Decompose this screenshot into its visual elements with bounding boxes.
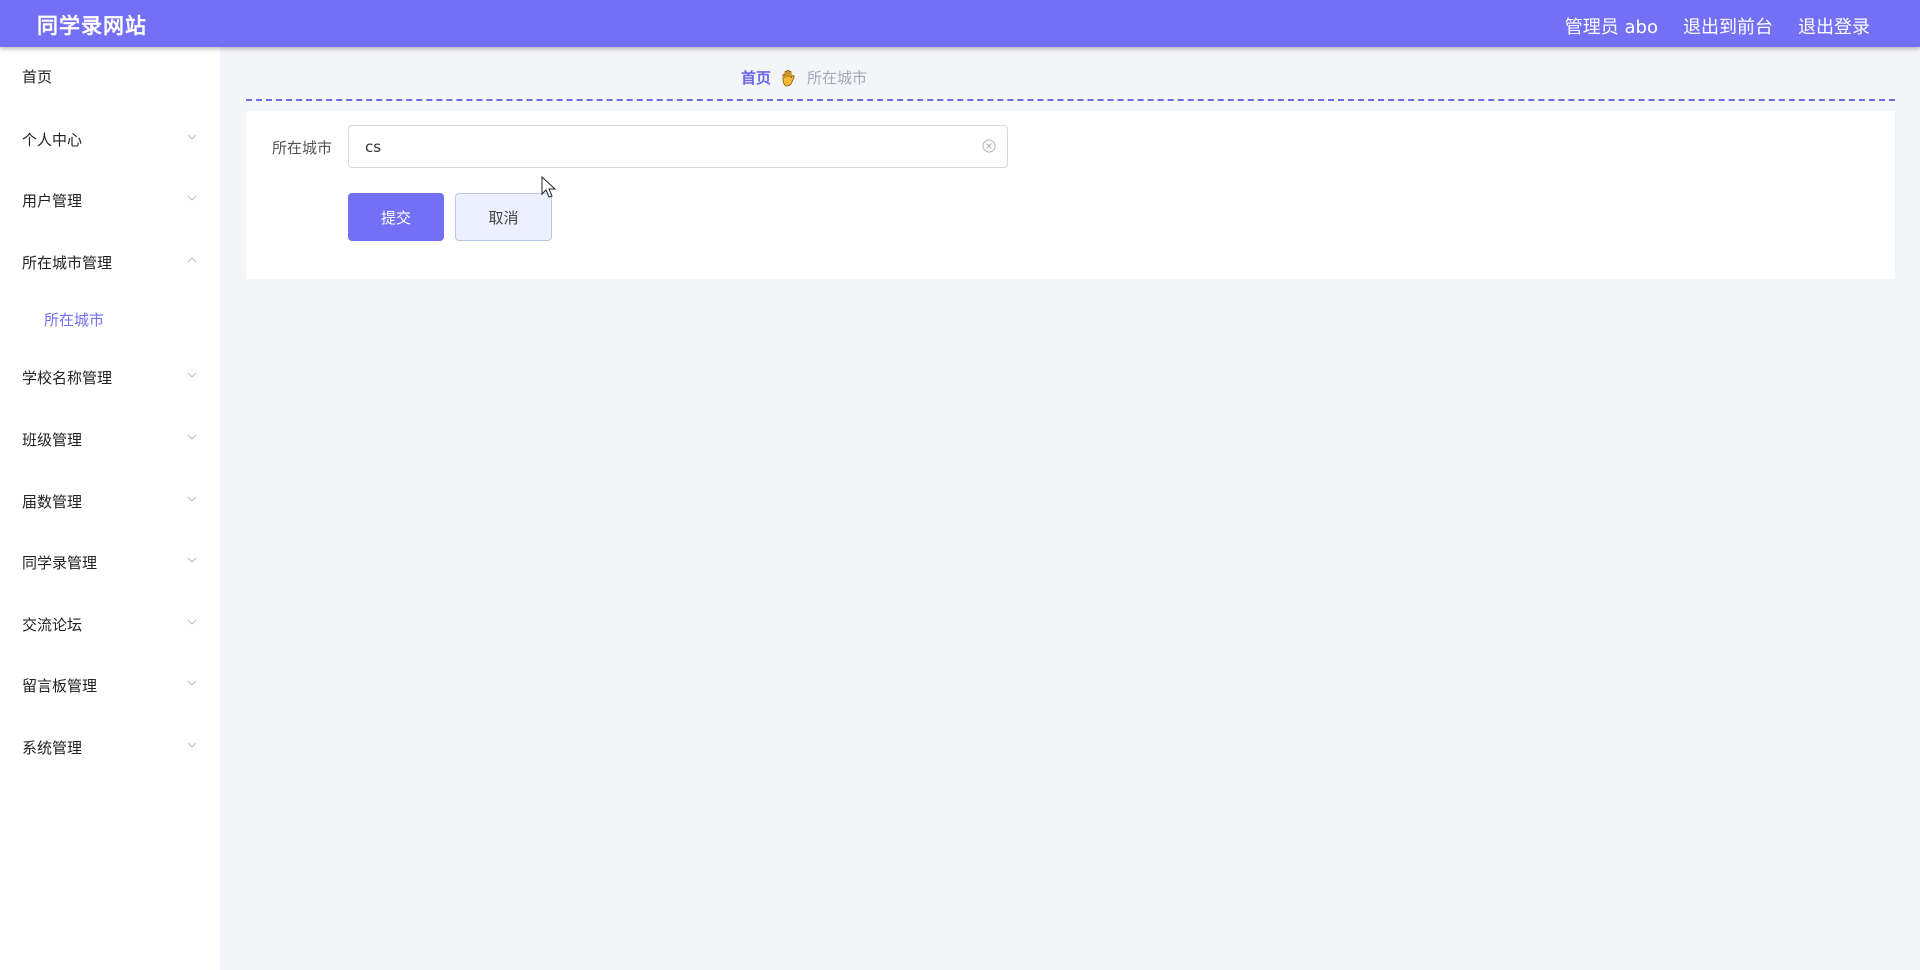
- top-header: 同学录网站 管理员 abo 退出到前台 退出登录: [0, 0, 1920, 47]
- header-actions: 管理员 abo 退出到前台 退出登录: [1565, 13, 1870, 39]
- mouse-cursor-icon: [541, 176, 557, 198]
- sidebar-item-personal-center[interactable]: 个人中心: [0, 119, 220, 159]
- sidebar-item-label: 届数管理: [22, 492, 83, 511]
- sidebar-subitem-city[interactable]: 所在城市: [0, 299, 220, 339]
- sidebar-item-label: 留言板管理: [22, 676, 98, 695]
- sidebar-item-label: 交流论坛: [22, 615, 83, 634]
- breadcrumb-home[interactable]: 首页: [741, 67, 771, 88]
- sidebar-item-class-management[interactable]: 班级管理: [0, 419, 220, 459]
- hand-icon: [782, 69, 795, 86]
- sidebar-item-system-management[interactable]: 系统管理: [0, 727, 220, 767]
- sidebar-item-label: 学校名称管理: [22, 368, 113, 387]
- chevron-down-icon: [187, 680, 197, 686]
- dashed-divider: [246, 99, 1895, 101]
- breadcrumb: 首页 所在城市: [741, 67, 867, 88]
- app-title: 同学录网站: [37, 14, 147, 38]
- chevron-down-icon: [187, 496, 197, 502]
- submit-button[interactable]: 提交: [348, 193, 444, 241]
- sidebar-item-alumni-management[interactable]: 同学录管理: [0, 542, 220, 582]
- chevron-down-icon: [187, 557, 197, 563]
- sidebar-item-label: 用户管理: [22, 191, 83, 210]
- sidebar-subitem-label: 所在城市: [44, 310, 105, 329]
- sidebar-item-forum[interactable]: 交流论坛: [0, 604, 220, 644]
- sidebar-item-label: 班级管理: [22, 430, 83, 449]
- sidebar-item-year-management[interactable]: 届数管理: [0, 481, 220, 521]
- chevron-down-icon: [187, 619, 197, 625]
- sidebar-item-label: 个人中心: [22, 130, 83, 149]
- sidebar-item-user-management[interactable]: 用户管理: [0, 180, 220, 220]
- sidebar-item-message-board[interactable]: 留言板管理: [0, 665, 220, 705]
- chevron-down-icon: [187, 372, 197, 378]
- city-field-label: 所在城市: [272, 139, 333, 157]
- sidebar-item-home[interactable]: 首页: [0, 56, 220, 96]
- admin-user-label[interactable]: 管理员 abo: [1565, 13, 1658, 39]
- city-input-wrapper: [348, 125, 1008, 168]
- chevron-down-icon: [187, 742, 197, 748]
- clear-icon[interactable]: [981, 138, 997, 154]
- sidebar-item-label: 系统管理: [22, 738, 83, 757]
- sidebar-item-city-management[interactable]: 所在城市管理: [0, 242, 220, 282]
- sidebar-item-label: 所在城市管理: [22, 253, 113, 272]
- chevron-up-icon: [187, 257, 197, 263]
- sidebar-item-label: 同学录管理: [22, 553, 98, 572]
- sidebar: 首页 个人中心 用户管理 所在城市管理 所在城市 学校名称管理 班级管理 届数管…: [0, 47, 220, 970]
- chevron-down-icon: [187, 134, 197, 140]
- back-to-frontend-link[interactable]: 退出到前台: [1683, 13, 1773, 39]
- chevron-down-icon: [187, 434, 197, 440]
- chevron-down-icon: [187, 195, 197, 201]
- sidebar-item-label: 首页: [22, 67, 53, 86]
- cancel-button[interactable]: 取消: [455, 193, 552, 241]
- sidebar-item-school-management[interactable]: 学校名称管理: [0, 357, 220, 397]
- breadcrumb-current: 所在城市: [807, 69, 868, 87]
- logout-link[interactable]: 退出登录: [1798, 13, 1870, 39]
- city-input[interactable]: [365, 136, 965, 158]
